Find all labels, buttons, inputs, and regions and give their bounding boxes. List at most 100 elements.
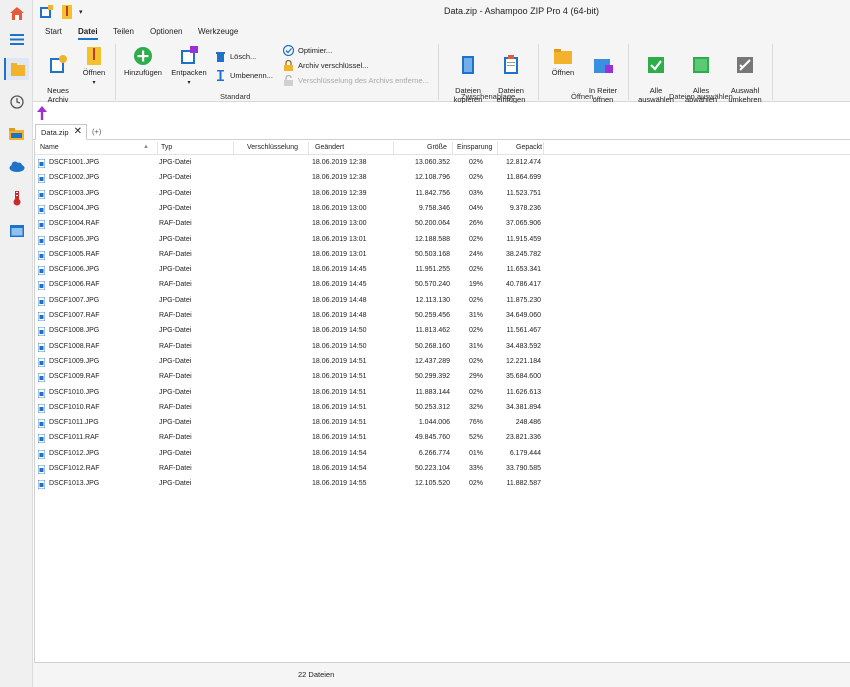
column-header-encryption[interactable]: Verschlüsselung xyxy=(247,144,298,151)
open-button[interactable]: Öffnen ▾ xyxy=(79,46,109,88)
file-saving: 02% xyxy=(468,174,483,182)
file-type: RAF-Datei xyxy=(159,342,192,350)
table-row[interactable]: DSCF1007.JPG JPG-Datei 18.06.2019 14:48 12.… xyxy=(35,294,850,309)
file-saving: 02% xyxy=(468,357,483,365)
file-icon xyxy=(38,220,45,230)
title-bar: ▾ Data.zip - Ashampoo ZIP Pro 4 (64-bit) xyxy=(33,0,850,24)
column-divider[interactable] xyxy=(543,142,544,154)
column-header-modified[interactable]: Geändert xyxy=(315,144,344,151)
file-type: RAF-Datei xyxy=(159,434,192,442)
file-size: 11.951.255 xyxy=(415,266,450,274)
table-row[interactable]: DSCF1011.RAF RAF-Datei 18.06.2019 14:51 49.… xyxy=(35,431,850,446)
new-archive-button[interactable]: Neues Archiv xyxy=(41,46,75,104)
file-type: JPG-Datei xyxy=(159,419,192,427)
delete-button[interactable]: Lösch... xyxy=(215,51,256,62)
file-name: DSCF1003.JPG xyxy=(49,189,100,197)
table-row[interactable]: DSCF1001.JPG JPG-Datei 18.06.2019 12:38 13.… xyxy=(35,156,850,171)
column-header-name[interactable]: Name xyxy=(40,144,59,151)
close-icon[interactable]: ✕ xyxy=(74,126,82,137)
navigation-bar xyxy=(33,103,850,123)
file-modified: 18.06.2019 14:51 xyxy=(312,434,367,442)
zipper-icon[interactable] xyxy=(4,187,29,209)
unlock-icon xyxy=(284,75,293,86)
column-divider[interactable] xyxy=(393,142,394,154)
file-name: DSCF1007.JPG xyxy=(49,296,100,304)
file-name: DSCF1013.JPG xyxy=(49,480,100,488)
tab-optionen[interactable]: Optionen xyxy=(150,27,182,36)
cloud-icon[interactable] xyxy=(4,155,29,177)
invert-selection-icon xyxy=(737,57,753,73)
table-row[interactable]: DSCF1006.JPG JPG-Datei 18.06.2019 14:45 11.… xyxy=(35,263,850,278)
column-divider[interactable] xyxy=(157,142,158,154)
zip-archive-icon[interactable] xyxy=(4,58,29,80)
table-row[interactable]: DSCF1004.RAF RAF-Datei 18.06.2019 13:00 50.… xyxy=(35,217,850,232)
encrypt-archive-button[interactable]: Archiv verschlüssel... xyxy=(283,60,368,71)
column-divider[interactable] xyxy=(452,142,453,154)
table-row[interactable]: DSCF1006.RAF RAF-Datei 18.06.2019 14:45 50.… xyxy=(35,278,850,293)
file-modified: 18.06.2019 14:54 xyxy=(312,465,367,472)
table-row[interactable]: DSCF1007.RAF RAF-Datei 18.06.2019 14:48 50.… xyxy=(35,309,850,324)
column-divider[interactable] xyxy=(233,142,234,154)
file-saving: 76% xyxy=(468,419,483,427)
tab-werkzeuge[interactable]: Werkzeuge xyxy=(198,27,238,36)
table-row[interactable]: DSCF1013.JPG JPG-Datei 18.06.2019 14:55 12.… xyxy=(35,477,850,492)
table-row[interactable]: DSCF1009.JPG JPG-Datei 18.06.2019 14:51 12.… xyxy=(35,355,850,370)
column-header-type[interactable]: Typ xyxy=(161,144,172,151)
optimize-button[interactable]: Optimier... xyxy=(283,45,332,56)
tab-start[interactable]: Start xyxy=(45,27,62,36)
file-type: JPG-Datei xyxy=(159,327,192,335)
column-header-saving[interactable]: Einsparung xyxy=(457,144,492,151)
home-icon[interactable] xyxy=(4,2,29,24)
add-button[interactable]: Hinzufügen xyxy=(121,46,165,77)
table-row[interactable]: DSCF1010.RAF RAF-Datei 18.06.2019 14:51 50.… xyxy=(35,401,850,416)
ribbon-separator xyxy=(438,44,439,100)
table-row[interactable]: DSCF1002.JPG JPG-Datei 18.06.2019 12:38 12.… xyxy=(35,171,850,186)
file-modified: 18.06.2019 14:48 xyxy=(312,312,367,319)
doc-tab-data-zip[interactable]: Data.zip ✕ xyxy=(35,124,87,140)
table-row[interactable]: DSCF1005.JPG JPG-Datei 18.06.2019 13:01 12.… xyxy=(35,233,850,248)
open-folder-button[interactable]: Öffnen xyxy=(545,46,581,77)
file-type: RAF-Datei xyxy=(159,281,192,289)
table-row[interactable]: DSCF1005.RAF RAF-Datei 18.06.2019 13:01 50.… xyxy=(35,248,850,263)
document-tabs: Data.zip ✕ (+) xyxy=(33,123,850,140)
table-row[interactable]: DSCF1012.RAF RAF-Datei 18.06.2019 14:54 50.… xyxy=(35,462,850,477)
table-row[interactable]: DSCF1012.JPG JPG-Datei 18.06.2019 14:54 6.2… xyxy=(35,447,850,462)
file-saving: 04% xyxy=(468,204,483,212)
column-divider[interactable] xyxy=(308,142,309,154)
file-packed: 23.821.336 xyxy=(505,434,541,442)
file-size: 12.437.289 xyxy=(414,357,450,365)
remove-encryption-button[interactable]: Verschlüsselung des Archivs entferne... xyxy=(283,75,429,86)
calendar-icon[interactable] xyxy=(4,219,29,241)
table-row[interactable]: DSCF1004.JPG JPG-Datei 18.06.2019 13:00 9.7… xyxy=(35,202,850,217)
rename-button[interactable]: Umbenenn... xyxy=(215,70,273,81)
file-packed: 34.649.060 xyxy=(505,312,541,319)
extract-icon xyxy=(181,46,198,64)
folder-icon[interactable] xyxy=(4,123,29,145)
table-row[interactable]: DSCF1008.RAF RAF-Datei 18.06.2019 14:50 50.… xyxy=(35,340,850,355)
recent-clock-icon[interactable] xyxy=(4,91,29,113)
file-name: DSCF1011.RAF xyxy=(49,434,100,442)
file-size: 50.200.064 xyxy=(414,220,450,228)
file-type: RAF-Datei xyxy=(159,373,192,381)
menu-icon[interactable] xyxy=(4,28,29,50)
file-icon xyxy=(38,327,45,337)
ribbon-tabs: Start Datei Teilen Optionen Werkzeuge xyxy=(33,24,850,40)
table-row[interactable]: DSCF1009.RAF RAF-Datei 18.06.2019 14:51 50.… xyxy=(35,370,850,385)
ribbon-separator xyxy=(628,44,629,100)
column-header-packed[interactable]: Gepackt xyxy=(516,144,542,151)
file-type: JPG-Datei xyxy=(159,449,192,457)
tab-teilen[interactable]: Teilen xyxy=(113,27,134,36)
table-row[interactable]: DSCF1003.JPG JPG-Datei 18.06.2019 12:39 11.… xyxy=(35,187,850,202)
file-saving: 31% xyxy=(468,342,483,350)
tab-datei[interactable]: Datei xyxy=(78,27,98,40)
extract-button[interactable]: Entpacken ▾ xyxy=(169,46,209,88)
file-type: RAF-Datei xyxy=(159,250,192,258)
table-row[interactable]: DSCF1011.JPG JPG-Datei 18.06.2019 14:51 1.0… xyxy=(35,416,850,431)
table-row[interactable]: DSCF1010.JPG JPG-Datei 18.06.2019 14:51 11.… xyxy=(35,386,850,401)
up-arrow-icon[interactable] xyxy=(37,106,47,122)
table-row[interactable]: DSCF1008.JPG JPG-Datei 18.06.2019 14:50 11.… xyxy=(35,324,850,339)
column-divider[interactable] xyxy=(497,142,498,154)
add-tab-button[interactable]: (+) xyxy=(92,127,101,136)
file-size: 1.044.006 xyxy=(418,419,450,427)
column-header-size[interactable]: Größe xyxy=(427,144,447,151)
